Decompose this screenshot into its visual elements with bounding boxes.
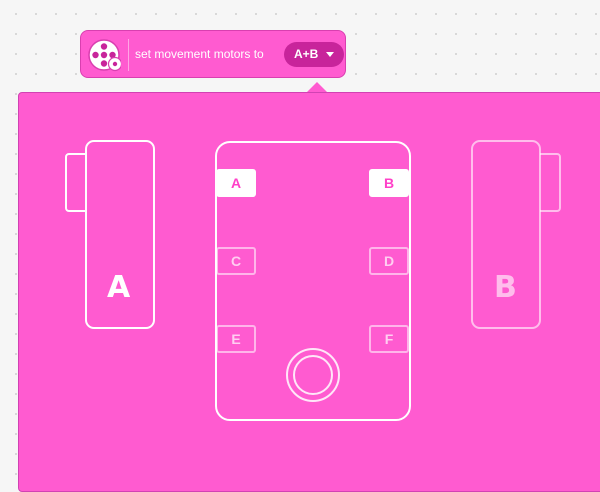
- chevron-down-icon: [326, 52, 334, 57]
- block-separator: [128, 39, 129, 71]
- block-label: set movement motors to: [135, 47, 264, 61]
- port-e-button[interactable]: E: [216, 325, 256, 353]
- motor-ports-dropdown-value: A+B: [294, 47, 319, 61]
- movement-motors-block[interactable]: set movement motors to A+B: [80, 30, 346, 78]
- movement-motors-icon: [88, 39, 121, 72]
- port-f-button[interactable]: F: [369, 325, 409, 353]
- port-d-button[interactable]: D: [369, 247, 409, 275]
- left-motor-label: A: [107, 270, 131, 305]
- port-b-button[interactable]: B: [369, 169, 409, 197]
- hub-center-button-icon[interactable]: [285, 347, 341, 403]
- right-motor-label: B: [494, 270, 517, 305]
- port-c-button[interactable]: C: [216, 247, 256, 275]
- port-a-button[interactable]: A: [216, 169, 256, 197]
- motor-ports-dropdown[interactable]: A+B: [284, 42, 344, 67]
